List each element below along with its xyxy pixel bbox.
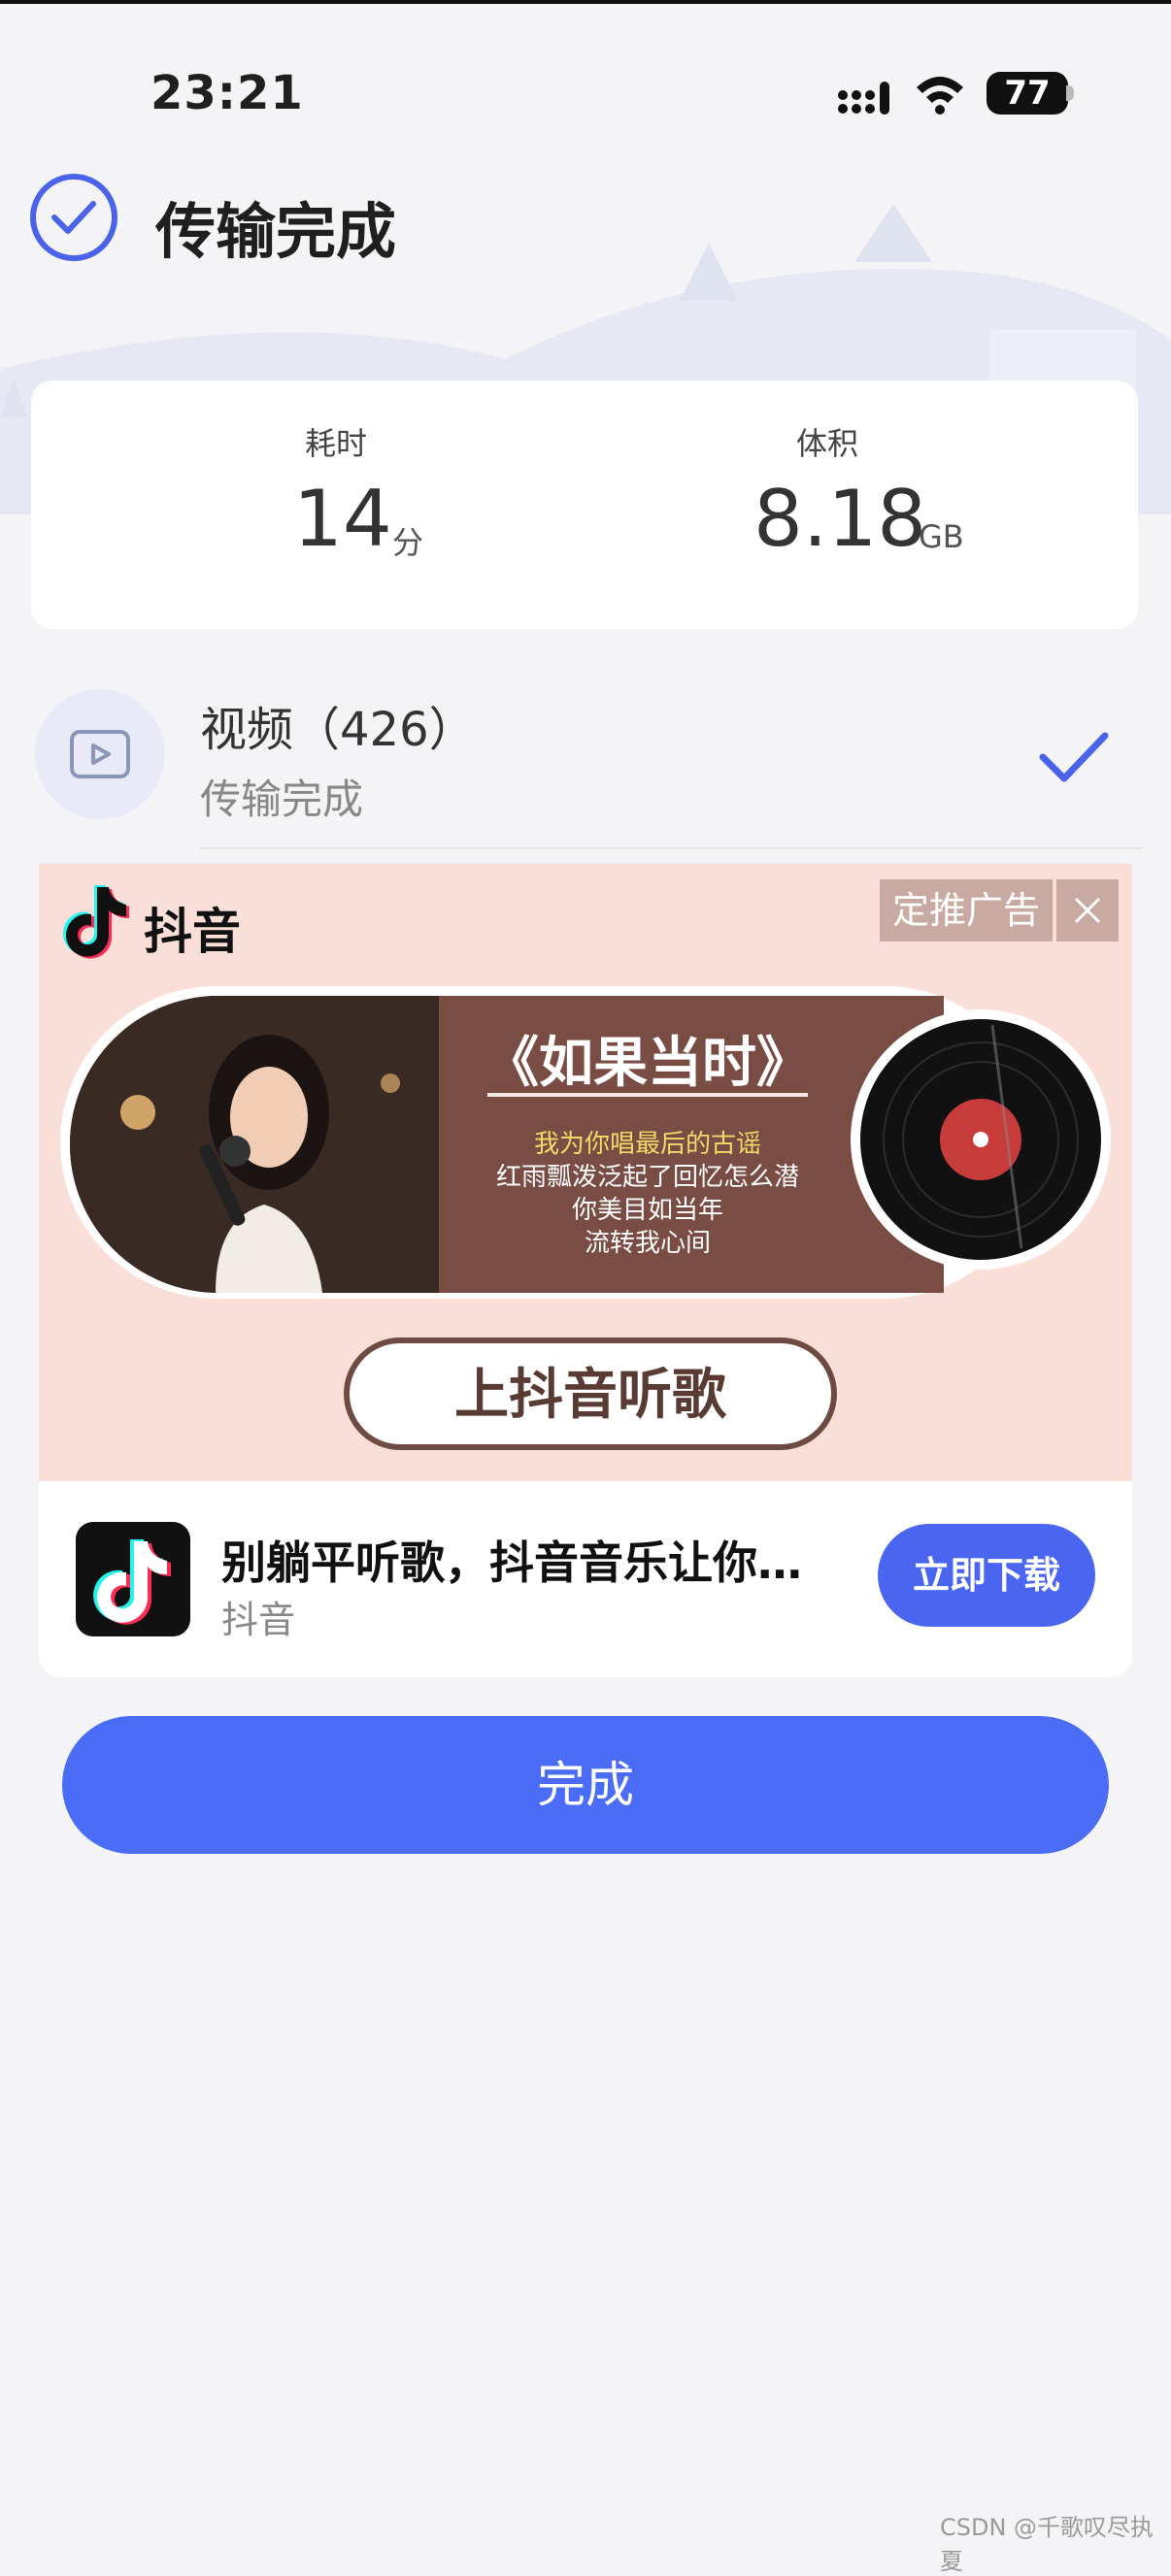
video-icon xyxy=(70,730,130,778)
page-title: 传输完成 xyxy=(155,196,397,267)
status-time: 23:21 xyxy=(151,66,304,120)
ad-singer-photo xyxy=(70,996,439,1293)
lyric-line-4: 流转我心间 xyxy=(584,1229,711,1258)
lyric-line-3: 你美目如当年 xyxy=(571,1196,723,1225)
success-check-icon xyxy=(30,174,117,261)
ad-tag: 定推广告 xyxy=(880,879,1053,941)
douyin-logo-icon xyxy=(63,885,129,959)
wifi-icon xyxy=(917,77,963,115)
duration-label: 耗时 xyxy=(305,425,368,462)
done-button[interactable]: 完成 xyxy=(62,1716,1109,1854)
lyric-line-1: 我为你唱最后的古谣 xyxy=(533,1130,761,1159)
transfer-stats-card xyxy=(31,380,1138,629)
size-value: 8.18 xyxy=(753,474,927,564)
size-unit: GB xyxy=(919,518,964,555)
cellular-signal-icon xyxy=(838,82,889,115)
ad-app-name: 抖音 xyxy=(221,1599,296,1641)
duration-unit: 分 xyxy=(392,524,424,561)
screen-top-border xyxy=(0,0,1171,4)
ad-brand-name: 抖音 xyxy=(144,904,241,960)
download-button[interactable]: 立即下载 xyxy=(878,1524,1095,1627)
ad-cta-text[interactable]: 上抖音听歌 xyxy=(344,1351,837,1430)
ad-headline[interactable]: 别躺平听歌，抖音音乐让你… xyxy=(221,1528,802,1592)
size-label: 体积 xyxy=(796,425,859,462)
transfer-item-name: 视频（426） xyxy=(200,703,476,757)
checkmark-icon xyxy=(1039,732,1109,782)
duration-value: 14 xyxy=(293,474,392,564)
douyin-app-icon xyxy=(76,1522,190,1636)
watermark: CSDN @千歌叹尽执夏 xyxy=(940,2514,1154,2575)
song-title-underline xyxy=(487,1093,808,1097)
ad-close-icon[interactable] xyxy=(1056,879,1119,941)
ad-song-title: 《如果当时》 xyxy=(485,1032,811,1095)
transfer-item-status: 传输完成 xyxy=(200,776,364,823)
row-divider xyxy=(200,847,1142,849)
vinyl-record-icon xyxy=(851,1009,1111,1270)
lyric-line-2: 红雨瓢泼泛起了回忆怎么潜 xyxy=(495,1163,799,1192)
battery-level: 77 xyxy=(1004,74,1051,113)
singer-illustration xyxy=(70,996,439,1293)
